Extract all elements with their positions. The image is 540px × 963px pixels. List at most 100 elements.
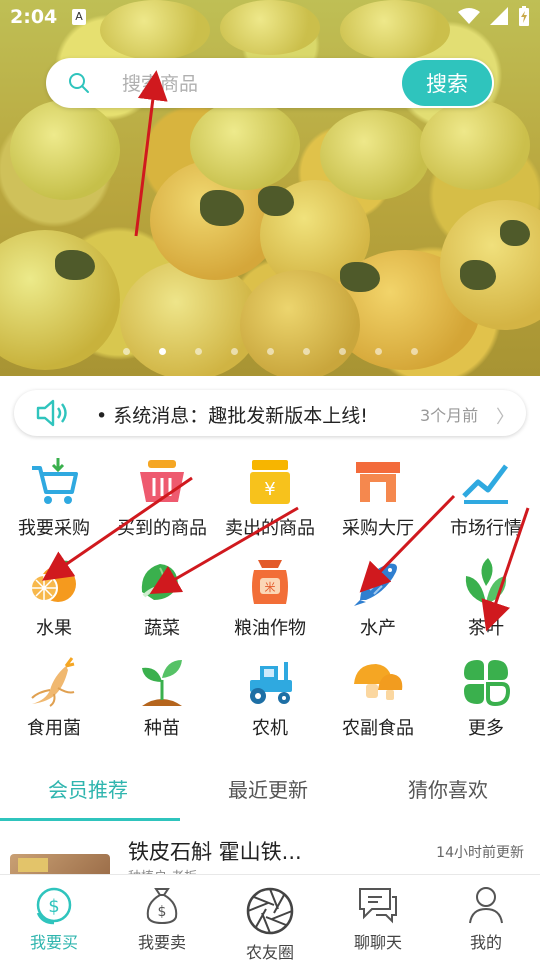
nav-label: 农友圈 <box>245 943 294 962</box>
chevron-right-icon: 〉 <box>496 407 514 428</box>
signal-icon <box>490 7 508 25</box>
ginseng-icon <box>31 657 75 707</box>
category-label: 粮油作物 <box>234 618 306 639</box>
notice-text: 系统消息：趣批发新版本上线! <box>96 401 368 428</box>
category-purchase-hall[interactable]: 采购大厅 <box>324 456 432 556</box>
tractor-icon <box>250 662 292 704</box>
product-thumbnail <box>10 854 110 874</box>
nav-label: 聊聊天 <box>353 933 402 952</box>
nav-community[interactable]: 农友圈 <box>216 885 324 963</box>
fish-icon <box>354 563 397 606</box>
list-item[interactable]: 铁皮石斛 霍山铁... 14小时前更新 种植户 老板 <box>0 826 540 874</box>
clover-more-icon <box>464 660 511 707</box>
category-grain[interactable]: 米 粮油作物 <box>216 556 324 656</box>
category-purchase[interactable]: 我要采购 <box>0 456 108 556</box>
category-more[interactable]: 更多 <box>432 656 540 756</box>
nav-profile[interactable]: 我的 <box>432 883 540 953</box>
category-tea[interactable]: 茶叶 <box>432 556 540 656</box>
status-time: 2:04 <box>10 6 58 28</box>
tab-recent-updates[interactable]: 最近更新 <box>228 774 308 803</box>
svg-text:¥: ¥ <box>264 479 275 500</box>
category-label: 茶叶 <box>468 618 504 639</box>
money-box-icon: ¥ <box>250 460 290 504</box>
tab-indicator <box>0 818 180 821</box>
search-bar: 搜索 <box>46 58 494 108</box>
storefront-icon <box>356 462 400 502</box>
money-bag-icon: $ <box>146 888 178 925</box>
speaker-icon <box>36 399 67 427</box>
grain-sack-icon: 米 <box>252 560 288 604</box>
category-label: 种苗 <box>144 718 180 739</box>
wifi-icon <box>458 8 480 24</box>
listing-seller: 种植户 老板 <box>128 866 197 874</box>
seedling-icon <box>142 660 182 706</box>
tab-guess-you-like[interactable]: 猜你喜欢 <box>408 774 488 803</box>
category-label: 食用菌 <box>27 718 81 739</box>
status-bar: 2:04 A <box>0 0 540 34</box>
tea-leaf-icon <box>465 558 507 604</box>
trend-chart-icon <box>462 464 508 504</box>
listing-updated-time: 14小时前更新 <box>436 845 524 861</box>
battery-icon <box>519 6 529 26</box>
category-market[interactable]: 市场行情 <box>432 456 540 556</box>
notice-time: 3个月前 <box>420 406 479 425</box>
aperture-icon <box>246 887 294 935</box>
user-icon <box>469 887 503 924</box>
category-label: 卖出的商品 <box>225 518 315 539</box>
shopping-cart-icon <box>32 458 78 504</box>
category-label: 水果 <box>36 618 72 639</box>
category-label: 买到的商品 <box>117 518 207 539</box>
listing-title: 铁皮石斛 霍山铁... <box>128 840 302 864</box>
svg-text:$: $ <box>158 904 167 920</box>
banner-dot[interactable] <box>410 348 418 355</box>
system-notice-bar[interactable]: 系统消息：趣批发新版本上线! 3个月前 〉 <box>14 390 526 436</box>
basket-icon <box>140 460 184 502</box>
category-label: 市场行情 <box>450 518 522 539</box>
category-aquatic[interactable]: 水产 <box>324 556 432 656</box>
category-fungus[interactable]: 食用菌 <box>0 656 108 756</box>
category-label: 更多 <box>468 718 504 739</box>
banner-dot[interactable] <box>194 348 202 355</box>
nav-chat[interactable]: 聊聊天 <box>324 883 432 953</box>
banner-pagination <box>0 348 540 355</box>
category-sold[interactable]: ¥ 卖出的商品 <box>216 456 324 556</box>
category-label: 农副食品 <box>342 718 414 739</box>
banner-dot[interactable] <box>374 348 382 355</box>
banner-dot[interactable] <box>338 348 346 355</box>
category-bought[interactable]: 买到的商品 <box>108 456 216 556</box>
banner-dot[interactable] <box>122 348 130 355</box>
cabbage-icon <box>141 564 178 600</box>
category-label: 水产 <box>360 618 396 639</box>
category-vegetable[interactable]: 蔬菜 <box>108 556 216 656</box>
banner-dot[interactable] <box>230 348 238 355</box>
nav-label: 我的 <box>469 933 502 952</box>
category-fruit[interactable]: 水果 <box>0 556 108 656</box>
category-label: 蔬菜 <box>144 618 180 639</box>
svg-text:$: $ <box>48 896 59 917</box>
category-label: 农机 <box>252 718 288 739</box>
banner-dot[interactable] <box>302 348 310 355</box>
category-label: 我要采购 <box>18 518 90 539</box>
search-input[interactable] <box>120 68 384 100</box>
category-label: 采购大厅 <box>342 518 414 539</box>
dollar-coin-icon: $ <box>36 887 72 925</box>
chat-icon <box>359 888 397 924</box>
mushroom-icon <box>354 664 403 700</box>
banner-dot[interactable] <box>266 348 274 355</box>
tab-member-recommend[interactable]: 会员推荐 <box>48 774 128 803</box>
nav-sell[interactable]: $ 我要卖 <box>108 883 216 953</box>
hero-banner[interactable]: 2:04 A 搜索 <box>0 0 540 376</box>
category-machinery[interactable]: 农机 <box>216 656 324 756</box>
recommend-tabs: 会员推荐 最近更新 猜你喜欢 <box>0 762 540 822</box>
orange-icon <box>30 560 76 602</box>
category-agri-food[interactable]: 农副食品 <box>324 656 432 756</box>
nav-buy[interactable]: $ 我要买 <box>0 883 108 953</box>
search-icon <box>69 73 89 93</box>
nav-label: 我要卖 <box>137 933 186 952</box>
banner-dot[interactable] <box>158 348 166 355</box>
svg-text:米: 米 <box>265 581 276 594</box>
search-button[interactable]: 搜索 <box>402 60 492 106</box>
category-seedling[interactable]: 种苗 <box>108 656 216 756</box>
bottom-navigation: $ 我要买 $ 我要卖 农友圈 聊聊天 我的 <box>0 874 540 963</box>
nav-label: 我要买 <box>29 933 78 952</box>
